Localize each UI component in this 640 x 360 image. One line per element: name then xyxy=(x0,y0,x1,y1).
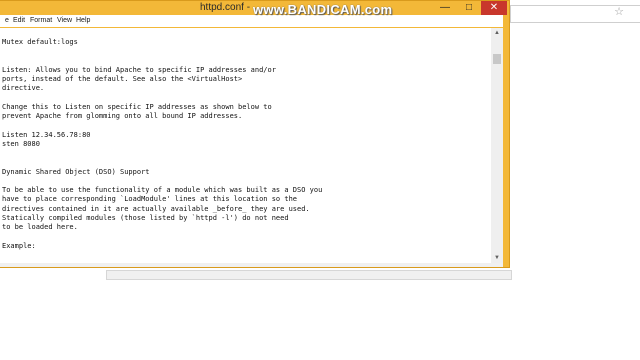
notepad-window: httpd.conf - — □ ✕ e Edit Format View He… xyxy=(0,0,510,268)
minimize-button[interactable]: — xyxy=(433,1,457,15)
editor-line: Statically compiled modules (those liste… xyxy=(2,213,289,222)
editor-line: ports, instead of the default. See also … xyxy=(2,75,243,83)
window-bottom-edge xyxy=(0,263,503,267)
editor-line: directives contained in it are actually … xyxy=(2,204,310,213)
editor-line: Listen: Allows you to bind Apache to spe… xyxy=(2,65,276,74)
star-icon[interactable]: ☆ xyxy=(610,5,628,19)
watermark-text: www.BANDICAM.com xyxy=(253,1,393,17)
maximize-button[interactable]: □ xyxy=(457,1,481,15)
vertical-scrollbar[interactable]: ▲ ▼ xyxy=(491,28,503,263)
editor-line: prevent Apache from glomming onto all bo… xyxy=(2,112,243,120)
arrow-down-icon[interactable]: ▼ xyxy=(491,253,503,263)
text-editor-area[interactable]: Mutex default:logs Listen: Allows you to… xyxy=(0,28,491,263)
menu-file[interactable]: e xyxy=(5,15,9,27)
bandicam-watermark: www.BANDICAM.com xyxy=(253,1,393,17)
scrollbar-thumb[interactable] xyxy=(493,54,501,64)
menu-bar: e Edit Format View Help xyxy=(0,15,503,27)
editor-line: Change this to Listen on specific IP add… xyxy=(2,102,272,111)
arrow-up-icon[interactable]: ▲ xyxy=(491,28,503,38)
menu-edit[interactable]: Edit xyxy=(13,15,25,27)
menu-format[interactable]: Format xyxy=(30,15,52,27)
editor-line: To be able to use the functionality of a… xyxy=(2,186,323,194)
editor-line: have to place corresponding `LoadModule'… xyxy=(2,195,298,204)
editor-line: directive. xyxy=(2,84,45,93)
background-panel xyxy=(106,270,512,280)
close-button[interactable]: ✕ xyxy=(481,1,507,15)
editor-line: Example: xyxy=(2,241,36,250)
window-title: httpd.conf - xyxy=(200,2,251,13)
editor-text: Mutex default:logs Listen: Allows you to… xyxy=(2,38,322,251)
editor-line: Listen 12.34.56.78:80 xyxy=(2,130,91,139)
menu-help[interactable]: Help xyxy=(76,15,90,27)
menu-view[interactable]: View xyxy=(57,15,72,27)
editor-line: to be loaded here. xyxy=(2,223,78,231)
editor-line: Mutex default:logs xyxy=(2,38,78,46)
editor-line: sten 8080 xyxy=(2,139,40,148)
editor-line: Dynamic Shared Object (DSO) Support xyxy=(2,167,150,176)
